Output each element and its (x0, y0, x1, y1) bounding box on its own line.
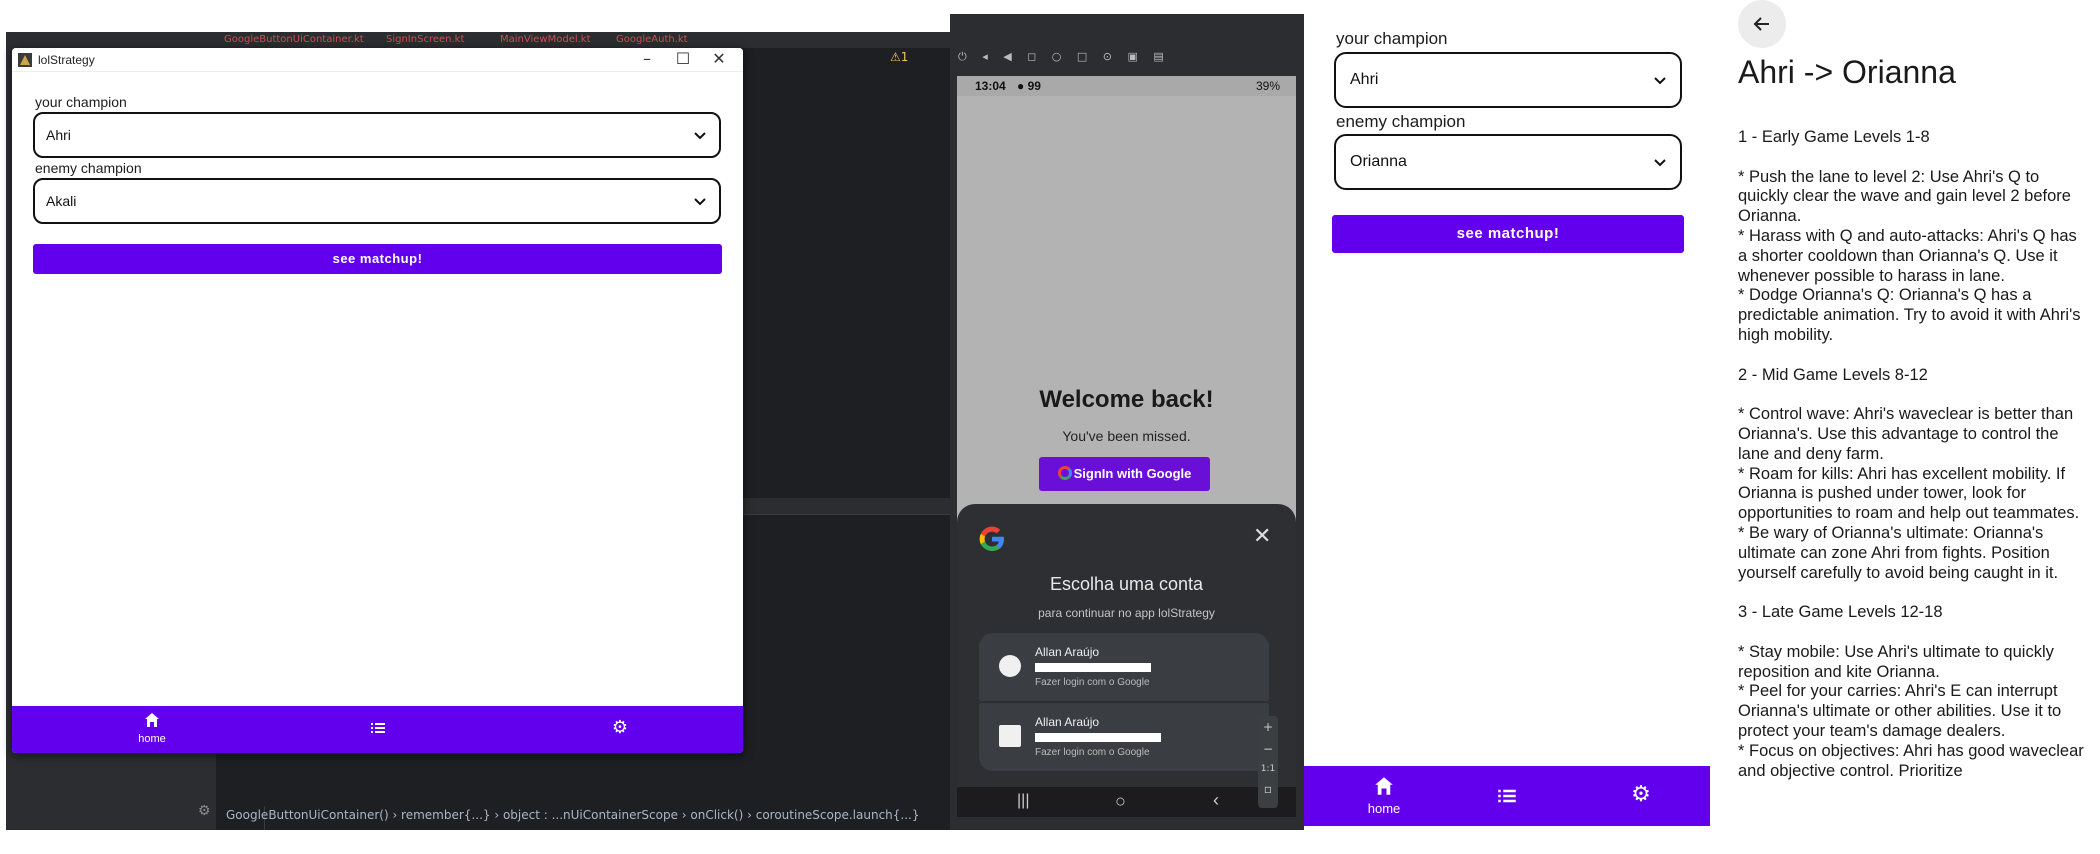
list-icon (371, 723, 385, 733)
zoom-controls: + − 1:1 ▫ (1258, 716, 1278, 808)
android-nav-bar: ||| ○ ‹ (957, 787, 1296, 817)
emulator-toolbar[interactable]: ⏻ ◂ ◀ ◻ ○ □ ⊙ ▣ ▤ (958, 50, 1278, 68)
welcome-heading: Welcome back! (1039, 386, 1214, 413)
account-action: Fazer login com o Google (1035, 677, 1150, 688)
back-button[interactable] (1738, 0, 1786, 48)
ide-tab[interactable]: SignInScreen.kt (386, 34, 486, 46)
bottom-navigation: home ⚙ (1304, 766, 1710, 826)
chevron-down-icon (1654, 159, 1666, 167)
chevron-down-icon (1654, 77, 1666, 85)
enemy-champion-label: enemy champion (1336, 112, 1466, 131)
list-icon (1498, 789, 1516, 803)
app-home-view: your champion Ahri enemy champion Oriann… (1304, 0, 1714, 854)
google-icon (1057, 466, 1072, 480)
avatar (999, 725, 1021, 747)
ide-tab[interactable]: GoogleAuth.kt (616, 34, 706, 46)
phone-screen: 13:04 ● 99 39% Welcome back! You've been… (957, 76, 1296, 817)
account-chooser-sheet: ✕ Escolha uma conta para continuar no ap… (957, 504, 1296, 787)
home-icon (145, 713, 159, 727)
google-logo-icon (979, 526, 1004, 551)
window-titlebar[interactable]: lolStrategy – ☐ ✕ (12, 48, 743, 72)
gear-icon: ⚙ (611, 717, 629, 737)
nav-home-label: home (138, 733, 166, 745)
status-time: 13:04 (975, 79, 1006, 93)
chevron-down-icon (694, 132, 706, 140)
signin-google-button[interactable]: SignIn with Google (1039, 457, 1210, 491)
close-button[interactable]: ✕ (701, 50, 737, 70)
desktop-app-window: lolStrategy – ☐ ✕ your champion Ahri ene… (12, 48, 743, 753)
arrow-left-icon (1753, 17, 1769, 31)
app-logo-icon (18, 53, 32, 67)
zoom-out-button[interactable]: − (1258, 742, 1278, 756)
zoom-in-button[interactable]: + (1258, 720, 1278, 734)
matchup-title: Ahri -> Orianna (1738, 54, 1956, 90)
your-champion-label: your champion (1336, 29, 1448, 48)
enemy-champion-dropdown[interactable]: Orianna (1334, 134, 1682, 190)
nav-list[interactable] (1495, 786, 1519, 811)
account-name: Allan Araújo (1035, 645, 1100, 659)
nav-settings[interactable]: ⚙ (608, 718, 632, 736)
ide-tab[interactable]: MainViewModel.kt (500, 34, 600, 46)
home-icon (1375, 777, 1393, 795)
ide-tab-bar: GoogleButtonUiContainer.kt SignInScreen.… (6, 32, 956, 48)
minimize-button[interactable]: – (629, 50, 665, 70)
nav-list[interactable] (366, 720, 390, 741)
enemy-champion-dropdown[interactable]: Akali (33, 178, 721, 224)
your-champion-dropdown[interactable]: Ahri (33, 112, 721, 158)
see-matchup-button[interactable]: see matchup! (33, 244, 722, 274)
see-matchup-button[interactable]: see matchup! (1332, 215, 1684, 253)
nav-home[interactable]: home (112, 712, 192, 745)
chevron-down-icon (694, 198, 706, 206)
status-notifications: ● 99 (1017, 79, 1041, 93)
your-champion-label: your champion (35, 94, 127, 110)
your-champion-dropdown[interactable]: Ahri (1334, 52, 1682, 108)
recents-icon[interactable]: ||| (1017, 792, 1029, 810)
nav-home-label: home (1367, 801, 1401, 816)
your-champion-value: Ahri (46, 127, 71, 143)
status-bar: 13:04 ● 99 39% (957, 76, 1296, 96)
sheet-title: Escolha uma conta (1049, 574, 1204, 594)
sheet-subtitle: para continuar no app lolStrategy (1038, 606, 1215, 620)
account-name: Allan Araújo (1035, 715, 1100, 729)
ide-tab[interactable]: GoogleButtonUiContainer.kt (224, 34, 374, 46)
nav-home[interactable]: home (1354, 776, 1414, 816)
zoom-reset-button[interactable]: 1:1 (1258, 764, 1278, 774)
bottom-navigation: home ⚙ (12, 706, 743, 753)
fit-screen-icon[interactable]: ▫ (1258, 782, 1278, 796)
account-option[interactable]: Allan Araújo Fazer login com o Google (979, 703, 1269, 771)
enemy-champion-value: Orianna (1350, 153, 1407, 170)
nav-settings[interactable]: ⚙ (1626, 782, 1656, 806)
enemy-champion-label: enemy champion (35, 160, 142, 176)
welcome-subtitle: You've been missed. (1062, 428, 1191, 444)
warning-indicator[interactable]: ⚠1 (890, 50, 908, 64)
avatar (999, 655, 1021, 677)
home-circle-icon[interactable]: ○ (1115, 791, 1126, 812)
close-icon[interactable]: ✕ (1253, 524, 1271, 549)
account-action: Fazer login com o Google (1035, 747, 1150, 758)
matchup-detail-view: Ahri -> Orianna 1 - Early Game Levels 1-… (1714, 0, 2100, 854)
enemy-champion-value: Akali (46, 193, 77, 209)
window-title: lolStrategy (38, 53, 95, 67)
matchup-guide-text: 1 - Early Game Levels 1-8 * Push the lan… (1738, 128, 2084, 780)
breadcrumb[interactable]: GoogleButtonUiContainer() › remember{...… (226, 808, 920, 822)
battery-level: 39% (1255, 79, 1280, 93)
account-option[interactable]: Allan Araújo Fazer login com o Google (979, 633, 1269, 701)
your-champion-value: Ahri (1350, 71, 1379, 88)
back-icon[interactable]: ‹ (1213, 790, 1219, 811)
signin-google-label: SignIn with Google (1073, 466, 1192, 481)
account-email-redacted (1035, 733, 1161, 742)
gear-icon: ⚙ (1631, 781, 1651, 806)
maximize-button[interactable]: ☐ (665, 50, 701, 70)
account-email-redacted (1035, 663, 1151, 672)
gear-icon[interactable]: ⚙ (198, 802, 211, 819)
